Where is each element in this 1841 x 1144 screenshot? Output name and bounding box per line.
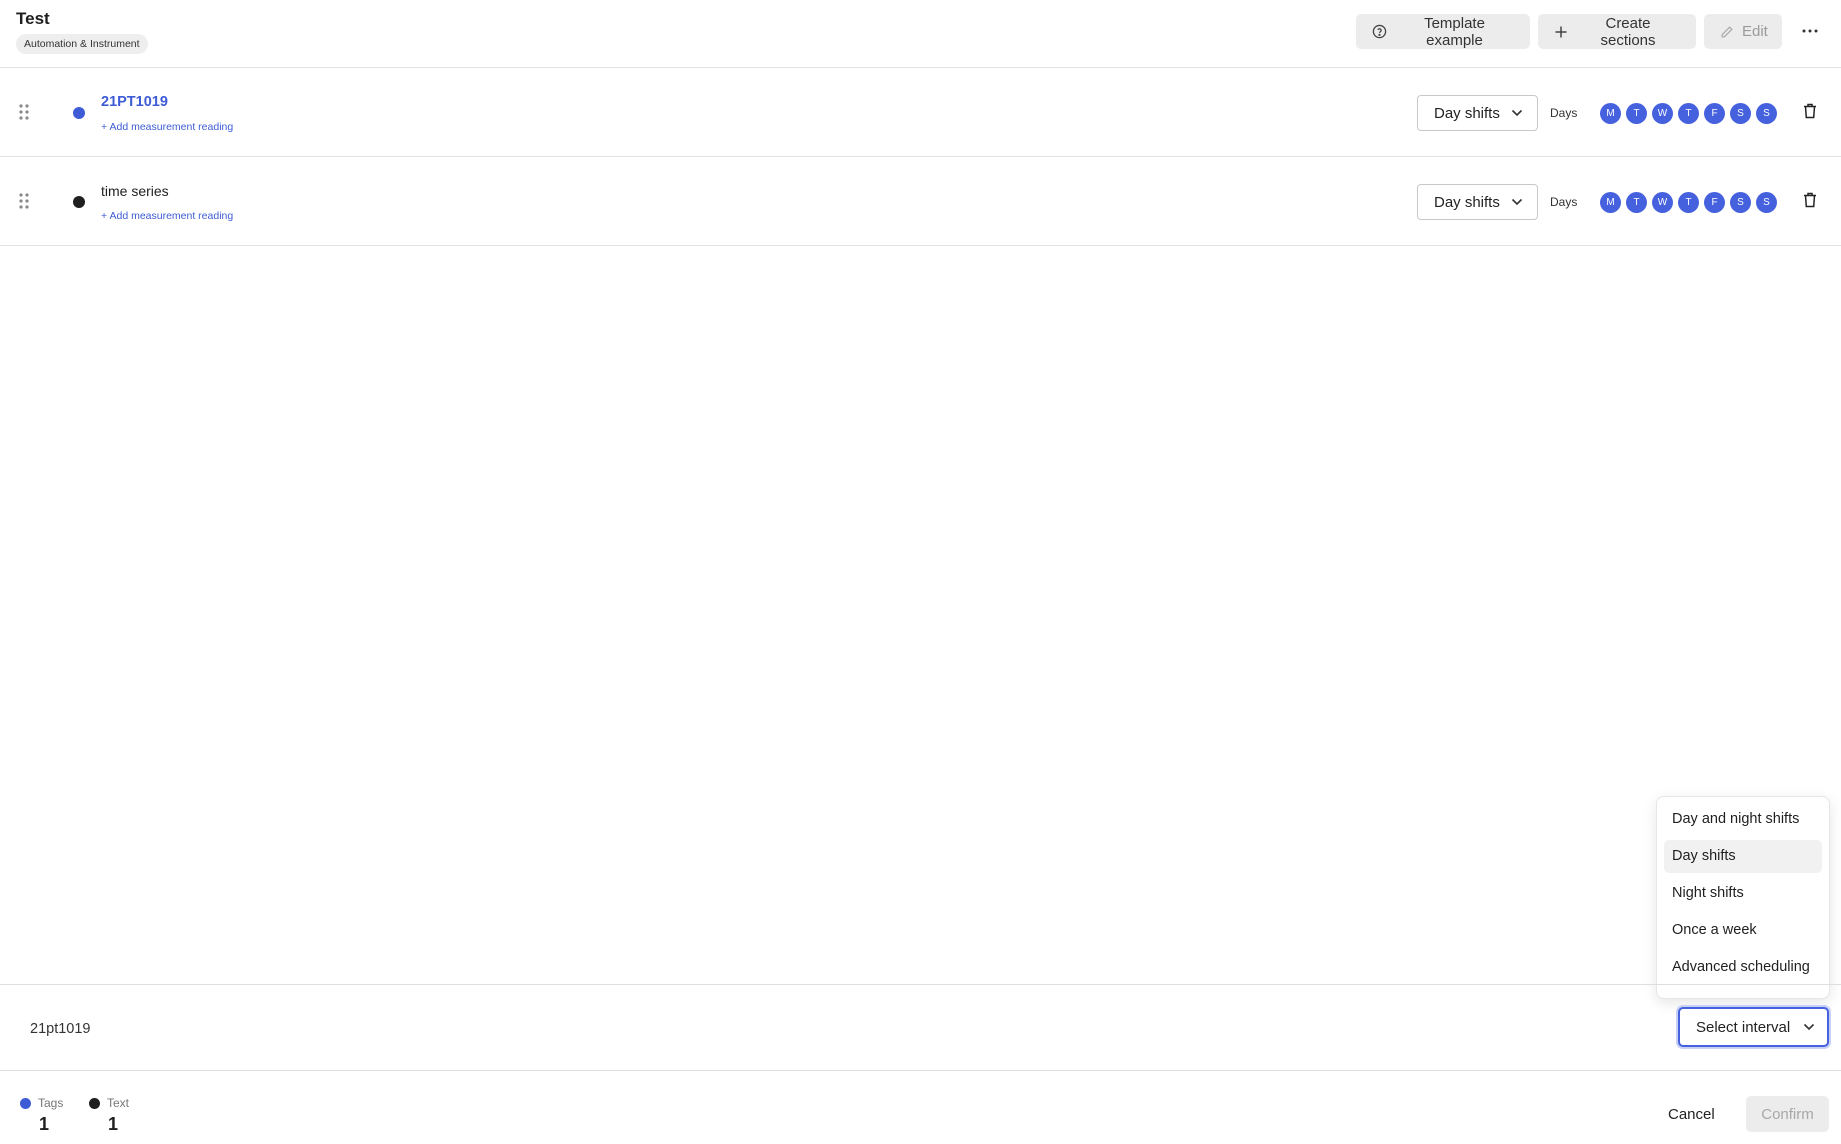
legend-dot [20,1098,31,1109]
interval-dropdown[interactable]: Day shifts [1417,95,1538,131]
add-measurement-reading-link[interactable]: + Add measurement reading [101,121,233,133]
legend-count: 1 [39,1114,50,1134]
menu-item-night-shifts[interactable]: Night shifts [1664,877,1822,910]
menu-item-day-shifts[interactable]: Day shifts [1664,840,1822,873]
legend-label: Text [107,1096,130,1110]
select-interval-dropdown[interactable]: Select interval [1678,1007,1829,1047]
day-toggle-thu[interactable]: T [1678,103,1699,124]
more-options-button[interactable] [1797,18,1823,44]
day-toggle-thu[interactable]: T [1678,192,1699,213]
interval-menu: Day and night shifts Day shifts Night sh… [1656,796,1830,999]
menu-item-advanced-scheduling[interactable]: Advanced scheduling [1664,951,1822,984]
template-example-label: Template example [1424,14,1485,49]
list-item: time series + Add measurement reading Da… [0,157,1841,246]
trash-icon[interactable] [1803,103,1817,119]
template-example-button[interactable]: Template example [1356,14,1530,49]
more-horizontal-icon [1802,29,1818,33]
category-badge: Automation & Instrument [16,34,148,54]
day-toggle-sat[interactable]: S [1730,192,1751,213]
day-toggle-wed[interactable]: W [1652,192,1673,213]
type-dot [73,107,85,119]
item-name[interactable]: 21PT1019 [101,94,168,110]
cancel-button[interactable]: Cancel [1656,1096,1727,1132]
day-toggle-sun[interactable]: S [1756,192,1777,213]
legend-count: 1 [108,1114,119,1134]
chevron-down-icon [1803,1023,1815,1031]
create-sections-label: Create sections [1600,14,1656,49]
type-dot [73,196,85,208]
days-label: Days [1550,195,1578,209]
select-interval-label: Select interval [1696,1018,1791,1036]
page-title: Test [16,9,50,28]
day-selector: M T W T F S S [1600,103,1777,124]
menu-item-day-and-night-shifts[interactable]: Day and night shifts [1664,803,1822,836]
item-name[interactable]: time series [101,183,169,199]
interval-value: Day shifts [1434,193,1500,211]
day-toggle-wed[interactable]: W [1652,103,1673,124]
selected-item-name: 21pt1019 [30,1021,91,1037]
day-toggle-fri[interactable]: F [1704,192,1725,213]
menu-item-once-a-week[interactable]: Once a week [1664,914,1822,947]
create-sections-button[interactable]: Create sections [1538,14,1696,49]
pencil-icon [1721,25,1733,37]
day-toggle-sun[interactable]: S [1756,103,1777,124]
interval-value: Day shifts [1434,104,1500,122]
drag-handle-icon[interactable] [19,193,29,209]
day-toggle-tue[interactable]: T [1626,103,1647,124]
legend-label: Tags [38,1096,64,1110]
plus-icon [1555,26,1567,37]
confirm-button[interactable]: Confirm [1746,1096,1829,1132]
day-toggle-fri[interactable]: F [1704,103,1725,124]
day-toggle-mon[interactable]: M [1600,192,1621,213]
legend-dot [89,1098,100,1109]
day-toggle-sat[interactable]: S [1730,103,1751,124]
day-selector: M T W T F S S [1600,192,1777,213]
bulk-interval-bar: 21pt1019 Select interval [0,984,1841,1071]
chevron-down-icon [1511,109,1523,117]
days-label: Days [1550,106,1578,120]
help-circle-icon [1372,24,1387,39]
chevron-down-icon [1511,198,1523,206]
page-footer: Tags 1 Text 1 Cancel Confirm [0,1072,1841,1144]
list-item: 21PT1019 + Add measurement reading Day s… [0,68,1841,157]
drag-handle-icon[interactable] [19,104,29,120]
interval-dropdown[interactable]: Day shifts [1417,184,1538,220]
day-toggle-tue[interactable]: T [1626,192,1647,213]
day-toggle-mon[interactable]: M [1600,103,1621,124]
edit-label: Edit [1742,23,1768,40]
edit-button[interactable]: Edit [1704,14,1782,49]
trash-icon[interactable] [1803,192,1817,208]
add-measurement-reading-link[interactable]: + Add measurement reading [101,210,233,222]
page-header: Test Automation & Instrument Template ex… [0,0,1841,68]
